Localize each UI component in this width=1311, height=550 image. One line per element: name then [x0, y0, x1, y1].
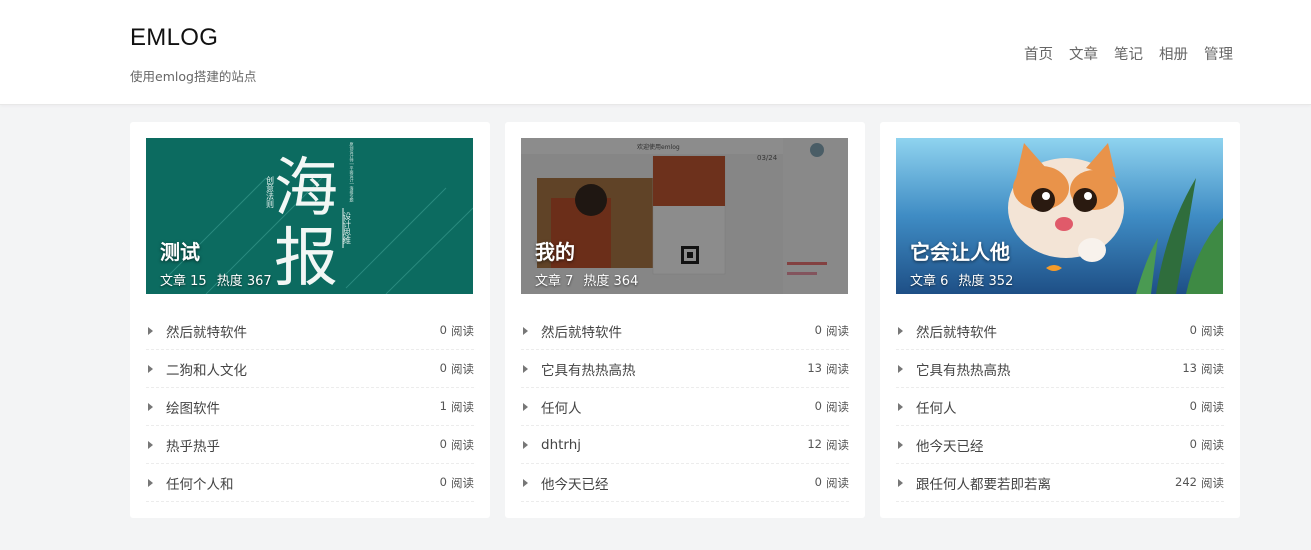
item-title[interactable]: 绘图软件: [166, 397, 440, 417]
category-title: 它会让人他: [910, 240, 1010, 264]
item-reads: 0 阅读: [814, 474, 849, 490]
item-title[interactable]: dhtrhj: [541, 437, 807, 453]
poster-big-char-1: 海: [274, 152, 338, 226]
caret-right-icon: [898, 440, 903, 449]
caret-right-icon: [148, 402, 153, 411]
caret-right-icon: [523, 326, 528, 335]
list-item[interactable]: 然后就特软件 0 阅读: [521, 312, 849, 350]
list-item[interactable]: 绘图软件 1 阅读: [146, 388, 474, 426]
category-cards: 海 报 创意法则 设计思维 原创设计师 | 平面设计 | 海报专题 测试 文章 …: [130, 122, 1240, 518]
nav-articles[interactable]: 文章: [1069, 43, 1098, 64]
item-reads: 0 阅读: [1189, 436, 1224, 452]
category-title: 我的: [535, 240, 575, 264]
item-title[interactable]: 他今天已经: [541, 473, 815, 493]
item-title[interactable]: 二狗和人文化: [166, 359, 440, 379]
item-title[interactable]: 跟任何人都要若即若离: [916, 473, 1175, 493]
article-list: 然后就特软件 0 阅读 它具有热热高热 13 阅读 任何人 0 阅读 dhtrhj 12 阅读 …: [521, 312, 849, 502]
item-title[interactable]: 任何人: [541, 397, 815, 417]
item-reads: 0 阅读: [814, 398, 849, 414]
article-count: 文章 6: [910, 274, 949, 289]
list-item[interactable]: 任何人 0 阅读: [896, 388, 1224, 426]
caret-right-icon: [148, 440, 153, 449]
poster-tiny-text: 原创设计师 | 平面设计 | 海报专题: [350, 142, 355, 203]
item-reads: 0 阅读: [439, 322, 474, 338]
item-reads: 13 阅读: [1182, 360, 1224, 376]
item-title[interactable]: 它具有热热高热: [541, 359, 807, 379]
site-title[interactable]: EMLOG: [130, 24, 218, 52]
item-reads: 0 阅读: [439, 360, 474, 376]
item-title[interactable]: 他今天已经: [916, 435, 1190, 455]
nav-admin[interactable]: 管理: [1204, 43, 1233, 64]
caret-right-icon: [523, 402, 528, 411]
category-card-1: 海 报 创意法则 设计思维 原创设计师 | 平面设计 | 海报专题 测试 文章 …: [130, 122, 490, 518]
item-reads: 0 阅读: [1189, 322, 1224, 338]
caret-right-icon: [148, 364, 153, 373]
caret-right-icon: [898, 364, 903, 373]
main-nav: 首页 文章 笔记 相册 管理: [1024, 43, 1233, 64]
article-list: 然后就特软件 0 阅读 它具有热热高热 13 阅读 任何人 0 阅读 他今天已经 0 阅读 跟任…: [896, 312, 1224, 502]
caret-right-icon: [523, 364, 528, 373]
category-card-2: 欢迎使用emlog 03/24 我的 文章 7 热度 364: [505, 122, 865, 518]
category-cover-3[interactable]: 它会让人他 文章 6 热度 352: [896, 138, 1223, 294]
category-stats: 文章 6 热度 352: [910, 270, 1013, 289]
item-reads: 0 阅读: [1189, 398, 1224, 414]
item-title[interactable]: 然后就特软件: [541, 321, 815, 341]
article-count: 文章 7: [535, 274, 574, 289]
article-list: 然后就特软件 0 阅读 二狗和人文化 0 阅读 绘图软件 1 阅读 热乎热乎 0 阅读 任何个人…: [146, 312, 474, 502]
list-item[interactable]: dhtrhj 12 阅读: [521, 426, 849, 464]
item-reads: 0 阅读: [439, 474, 474, 490]
poster-big-char-2: 报: [274, 222, 338, 294]
item-reads: 13 阅读: [807, 360, 849, 376]
caret-right-icon: [523, 440, 528, 449]
article-count: 文章 15: [160, 274, 207, 289]
item-title[interactable]: 热乎热乎: [166, 435, 440, 455]
list-item[interactable]: 热乎热乎 0 阅读: [146, 426, 474, 464]
item-title[interactable]: 任何个人和: [166, 473, 440, 493]
poster-side-text-2: 设计思维: [343, 211, 352, 245]
list-item[interactable]: 他今天已经 0 阅读: [896, 426, 1224, 464]
list-item[interactable]: 跟任何人都要若即若离 242 阅读: [896, 464, 1224, 502]
poster-side-text-1: 创意法则: [266, 175, 275, 209]
heat-count: 热度 364: [583, 274, 639, 289]
category-stats: 文章 7 热度 364: [535, 270, 638, 289]
category-cover-2[interactable]: 欢迎使用emlog 03/24 我的 文章 7 热度 364: [521, 138, 848, 294]
item-reads: 1 阅读: [439, 398, 474, 414]
site-description: 使用emlog搭建的站点: [130, 69, 257, 84]
caret-right-icon: [898, 326, 903, 335]
caret-right-icon: [148, 478, 153, 487]
nav-album[interactable]: 相册: [1159, 43, 1188, 64]
category-cover-1[interactable]: 海 报 创意法则 设计思维 原创设计师 | 平面设计 | 海报专题 测试 文章 …: [146, 138, 473, 294]
list-item[interactable]: 它具有热热高热 13 阅读: [521, 350, 849, 388]
list-item[interactable]: 任何人 0 阅读: [521, 388, 849, 426]
nav-home[interactable]: 首页: [1024, 43, 1053, 64]
list-item[interactable]: 任何个人和 0 阅读: [146, 464, 474, 502]
category-stats: 文章 15 热度 367: [160, 270, 272, 289]
item-reads: 0 阅读: [439, 436, 474, 452]
heat-count: 热度 367: [216, 274, 272, 289]
list-item[interactable]: 然后就特软件 0 阅读: [896, 312, 1224, 350]
list-item[interactable]: 他今天已经 0 阅读: [521, 464, 849, 502]
item-title[interactable]: 任何人: [916, 397, 1190, 417]
list-item[interactable]: 二狗和人文化 0 阅读: [146, 350, 474, 388]
item-reads: 12 阅读: [807, 436, 849, 452]
item-title[interactable]: 它具有热热高热: [916, 359, 1182, 379]
item-title[interactable]: 然后就特软件: [916, 321, 1190, 341]
list-item[interactable]: 它具有热热高热 13 阅读: [896, 350, 1224, 388]
caret-right-icon: [898, 402, 903, 411]
caret-right-icon: [523, 478, 528, 487]
item-reads: 0 阅读: [814, 322, 849, 338]
item-reads: 242 阅读: [1175, 474, 1224, 490]
category-title: 测试: [160, 240, 200, 264]
category-card-3: 它会让人他 文章 6 热度 352 然后就特软件 0 阅读 它具有热热高热 13 阅读 …: [880, 122, 1240, 518]
caret-right-icon: [148, 326, 153, 335]
site-header: EMLOG 使用emlog搭建的站点 首页 文章 笔记 相册 管理: [0, 0, 1311, 105]
heat-count: 热度 352: [958, 274, 1014, 289]
item-title[interactable]: 然后就特软件: [166, 321, 440, 341]
caret-right-icon: [898, 478, 903, 487]
list-item[interactable]: 然后就特软件 0 阅读: [146, 312, 474, 350]
nav-notes[interactable]: 笔记: [1114, 43, 1143, 64]
